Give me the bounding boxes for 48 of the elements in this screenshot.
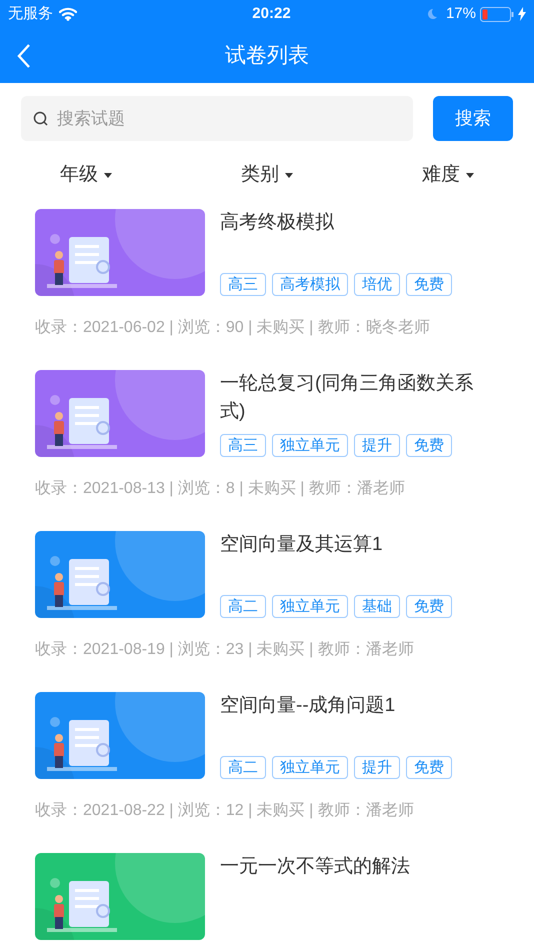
carrier-label: 无服务	[8, 4, 53, 24]
tag: 提升	[354, 756, 400, 778]
clock: 20:22	[251, 4, 292, 24]
paper-item[interactable]: 空间向量--成角问题1 高二 独立单元 提升 免费 收录：2021-08-22 | 浏览：12 | 未购买 | 教师：潘老师	[35, 692, 499, 852]
paper-meta: 收录：2021-08-19 | 浏览：23 | 未购买 | 教师：潘老师	[35, 640, 415, 660]
paper-title: 空间向量及其运算1	[220, 532, 384, 556]
tag: 高三	[220, 434, 266, 456]
filter-dropdown[interactable]: 年级	[60, 161, 112, 190]
filter-dropdown[interactable]: 难度	[422, 161, 474, 190]
tag: 免费	[406, 756, 452, 778]
tag: 高三	[220, 272, 266, 296]
paper-title: 高考终极模拟	[220, 210, 335, 234]
search-button[interactable]: 搜索	[433, 96, 513, 141]
search-bar[interactable]: 搜索试题	[21, 96, 413, 141]
paper-meta: 收录：2021-08-22 | 浏览：12 | 未购买 | 教师：潘老师	[35, 800, 415, 820]
tag: 独立单元	[272, 434, 348, 456]
paper-item[interactable]: 空间向量及其运算1 高二 独立单元 基础 免费 收录：2021-08-19 | 浏览：23 | 未购买 | 教师：潘老师	[35, 530, 499, 692]
paper-title: 一元一次不等式的解法	[220, 854, 411, 878]
paper-title: 一轮总复习(同角三角函数关系式)	[220, 372, 474, 424]
paper-item[interactable]: 一轮总复习(同角三角函数关系式) 高三 独立单元 提升 免费 收录：2021-08-13 | 浏览：8 | 未购买 | 教师：潘老师	[35, 370, 499, 530]
caret-icon	[466, 172, 474, 178]
tag: 培优	[354, 272, 400, 296]
tag: 基础	[354, 594, 400, 618]
paper-item[interactable]: 高考终极模拟 高三 高考模拟 培优 免费 收录：2021-06-02 | 浏览：90 | 未购买 | 教师：晓冬老师	[35, 208, 499, 370]
tag: 提升	[354, 434, 400, 456]
tag: 高二	[220, 756, 266, 778]
moon-icon	[426, 8, 438, 20]
battery-percent: 17%	[446, 4, 476, 24]
tag: 独立单元	[272, 756, 348, 778]
paper-title: 空间向量--成角问题1	[220, 694, 396, 718]
paper-item[interactable]: 一元一次不等式的解法	[35, 852, 499, 950]
tag: 免费	[406, 434, 452, 456]
search-icon	[33, 110, 49, 126]
paper-meta: 收录：2021-08-13 | 浏览：8 | 未购买 | 教师：潘老师	[35, 478, 406, 498]
filter-dropdown[interactable]: 类别	[241, 161, 293, 190]
tag: 高二	[220, 594, 266, 618]
battery-icon	[480, 6, 514, 22]
page-title: 试卷列表	[224, 42, 310, 69]
caret-icon	[285, 172, 293, 178]
search-field[interactable]: 搜索试题	[57, 106, 401, 132]
tag: 免费	[406, 594, 452, 618]
paper-meta: 收录：2021-06-02 | 浏览：90 | 未购买 | 教师：晓冬老师	[35, 318, 431, 338]
caret-icon	[104, 172, 112, 178]
tag: 独立单元	[272, 594, 348, 618]
charging-icon	[518, 7, 526, 21]
wifi-icon	[59, 7, 77, 21]
tag: 免费	[406, 272, 452, 296]
tag: 高考模拟	[272, 272, 348, 296]
